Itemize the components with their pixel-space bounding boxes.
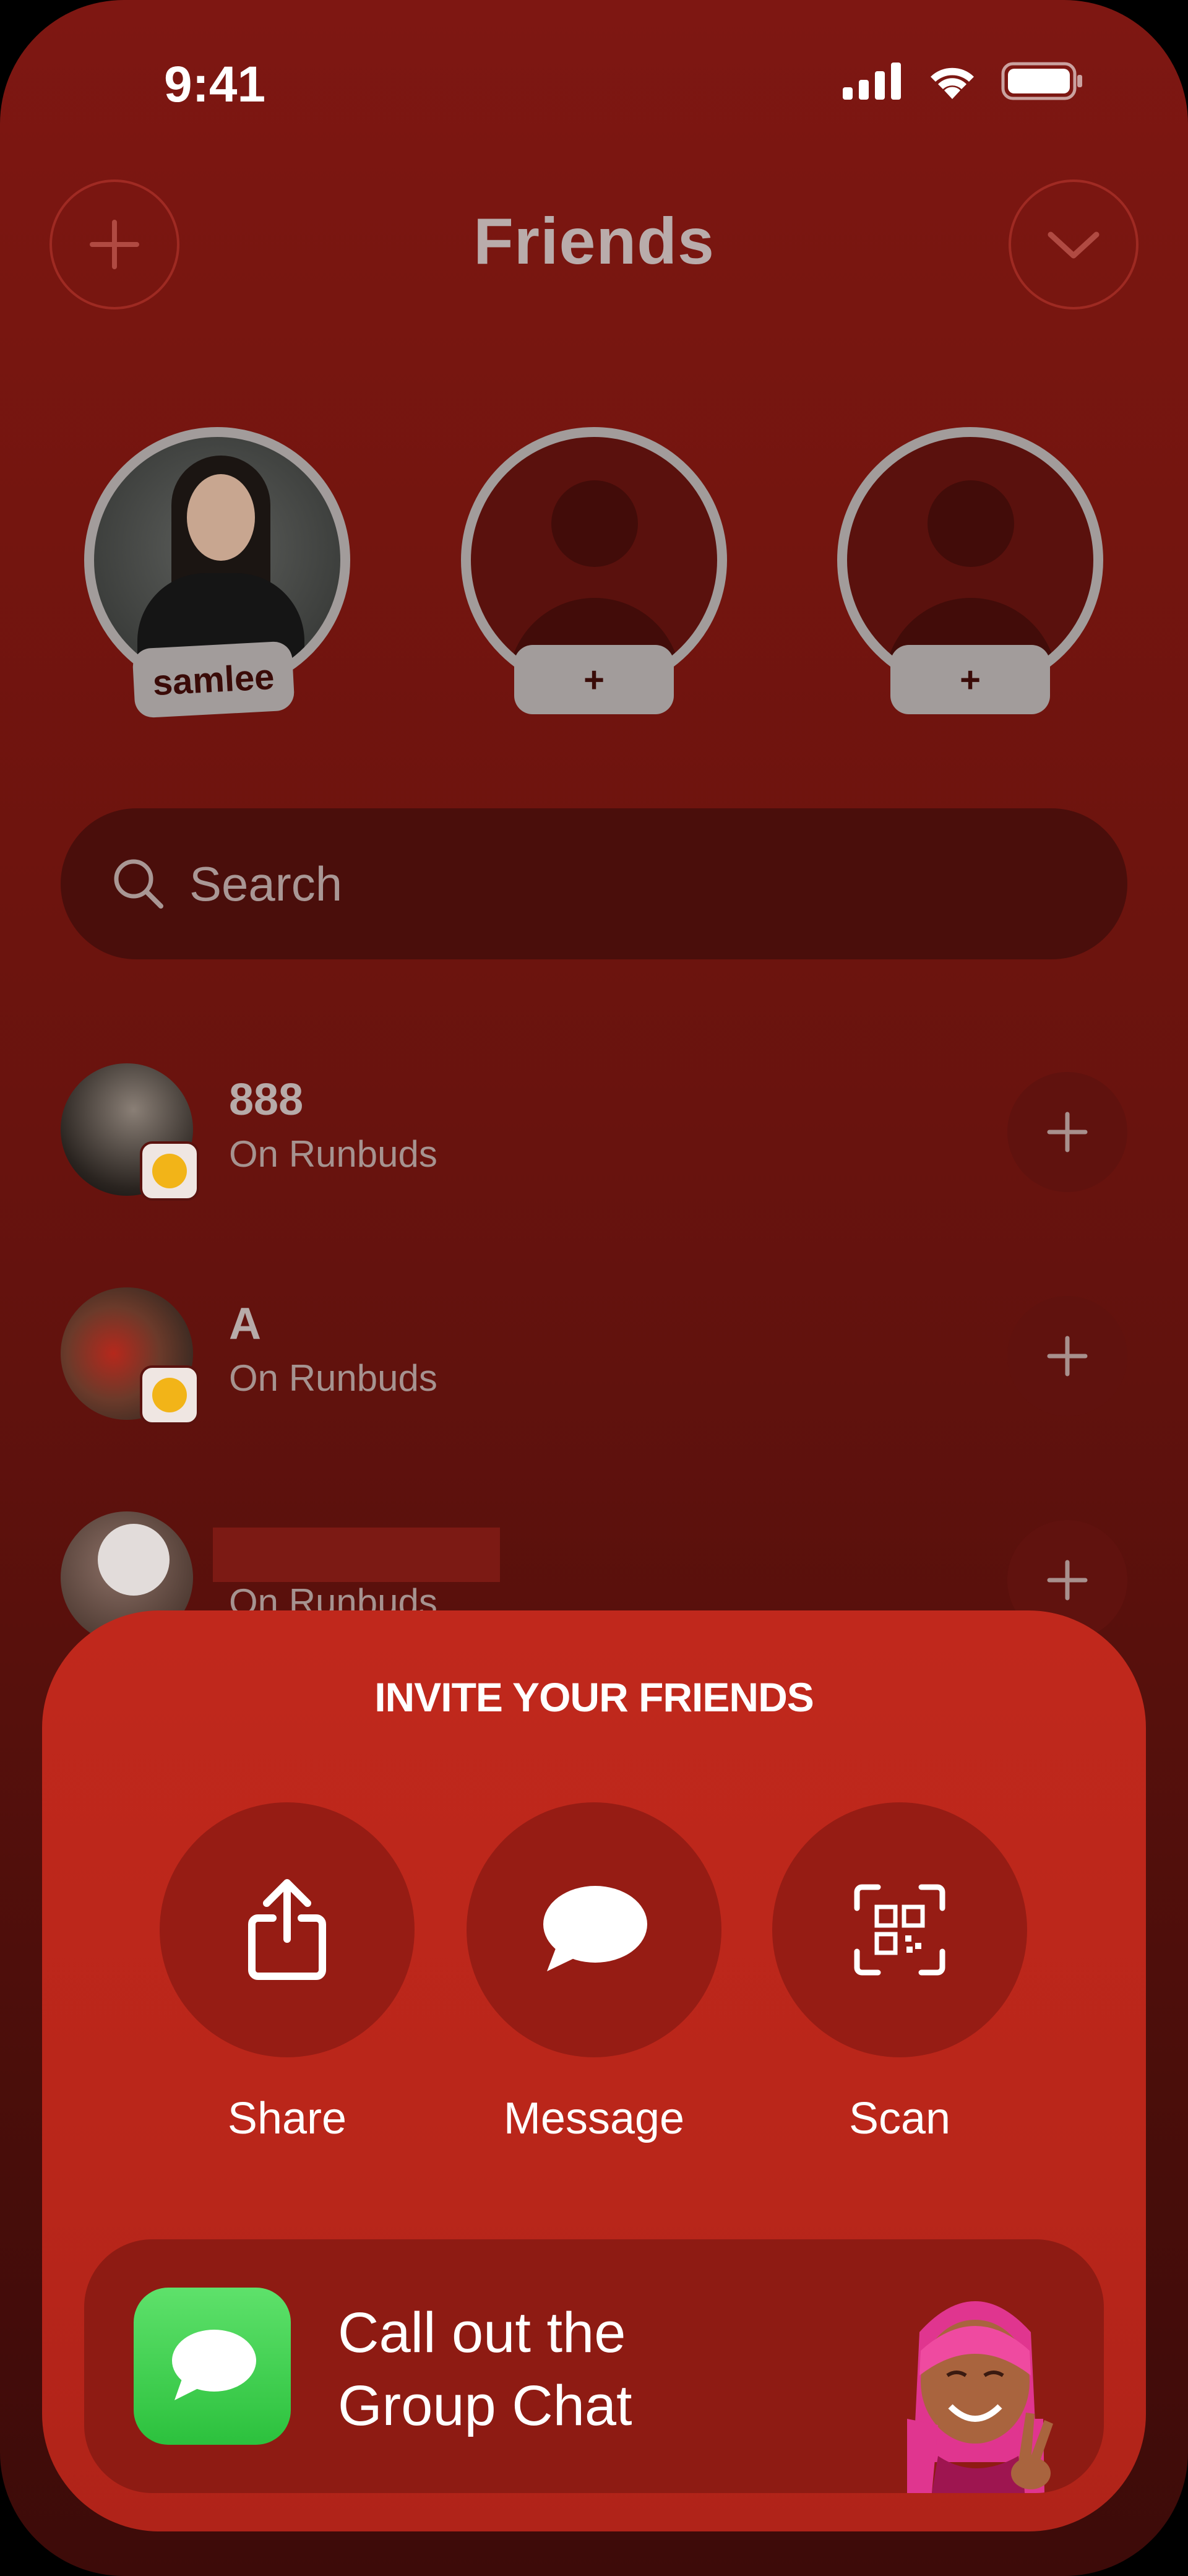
cellular-signal-icon [843, 63, 901, 100]
dropdown-button[interactable] [1009, 179, 1138, 309]
friend-name: 888 [229, 1075, 304, 1125]
list-item[interactable]: A On Runbuds [61, 1287, 1127, 1430]
share-button[interactable] [160, 1802, 415, 2057]
promo-text: Call out the Group Chat [338, 2296, 632, 2442]
friends-screen: 9:41 Friends samlee + + Search 888 On Ru… [0, 0, 1188, 2576]
memoji-peace-sign-icon [907, 2301, 1053, 2493]
scan-button[interactable] [772, 1802, 1027, 2057]
share-icon [248, 1879, 326, 1980]
friend-status: On Runbuds [229, 1133, 437, 1175]
search-placeholder: Search [189, 856, 343, 911]
message-bubble-icon [543, 1886, 647, 1971]
status-bar: 9:41 [0, 0, 1188, 161]
search-input[interactable]: Search [61, 808, 1127, 959]
status-icons [843, 62, 1083, 100]
message-bubble-icon [172, 2330, 256, 2400]
wifi-icon [931, 67, 974, 99]
plus-icon [1047, 1112, 1088, 1152]
search-icon [114, 859, 163, 909]
messages-app-icon [134, 2288, 291, 2445]
add-slot-tag[interactable]: + [514, 645, 674, 714]
list-item[interactable]: 888 On Runbuds [61, 1063, 1127, 1206]
promo-line-1: Call out the [338, 2301, 626, 2364]
profile-name-tag: samlee [132, 641, 295, 719]
friend-name: A [229, 1299, 261, 1349]
add-friend-row-button[interactable] [1007, 1072, 1127, 1192]
smiley-badge-icon [140, 1141, 199, 1201]
placeholder-head [928, 480, 1014, 567]
invite-title: INVITE YOUR FRIENDS [374, 1674, 814, 1720]
message-label: Message [503, 2094, 685, 2143]
group-chat-card[interactable]: Call out the Group Chat [84, 2239, 1104, 2493]
invite-sheet: INVITE YOUR FRIENDS Share Message Scan C… [42, 1610, 1146, 2531]
avatar-highlight [98, 1524, 170, 1596]
scan-label: Scan [848, 2094, 951, 2143]
smiley-badge-icon [140, 1365, 199, 1425]
status-time: 9:41 [164, 56, 266, 113]
plus-icon [1047, 1560, 1088, 1601]
redacted-name-bar [213, 1528, 500, 1582]
plus-icon [1047, 1336, 1088, 1377]
friend-status: On Runbuds [229, 1357, 437, 1399]
add-friend-row-button[interactable] [1007, 1296, 1127, 1416]
share-label: Share [227, 2094, 347, 2143]
message-button[interactable] [467, 1802, 721, 2057]
battery-icon [1001, 62, 1082, 100]
qr-scan-icon [854, 1884, 945, 1976]
person-face [187, 474, 255, 561]
chevron-down-icon [1048, 231, 1100, 259]
promo-line-2: Group Chat [338, 2374, 632, 2437]
add-slot-tag[interactable]: + [890, 645, 1050, 714]
placeholder-head [551, 480, 638, 567]
